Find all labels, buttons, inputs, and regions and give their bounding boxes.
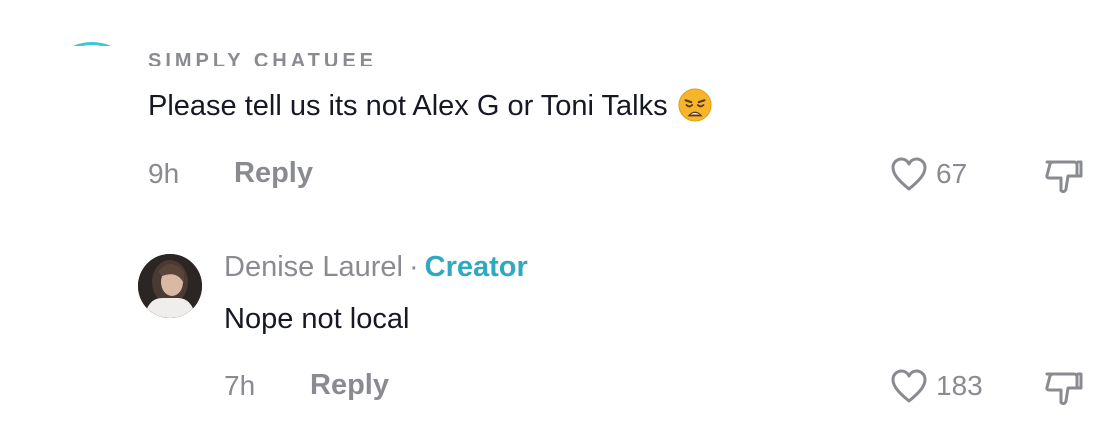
creator-badge: Creator (424, 251, 528, 283)
reply-like-button[interactable]: 183 (890, 368, 983, 404)
comment-time: 9h (148, 158, 180, 189)
dislike-icon (1045, 160, 1083, 194)
commenter-avatar[interactable] (20, 36, 136, 148)
reply-like-count: 183 (936, 370, 983, 401)
separator-dot: · (408, 251, 419, 283)
reply-dislike-button[interactable] (1044, 370, 1084, 411)
reply-author-line: Denise Laurel · Creator (224, 251, 528, 284)
reply-button[interactable]: Reply (234, 157, 313, 190)
creator-avatar[interactable] (138, 254, 202, 318)
creator-avatar-image (138, 254, 202, 318)
reply-time: 7h (224, 370, 256, 401)
like-count: 67 (936, 158, 968, 189)
like-button[interactable]: 67 (890, 156, 967, 192)
dislike-button[interactable] (1044, 158, 1084, 199)
weary-face-emoji (678, 88, 712, 122)
comment-text: Please tell us its not Alex G or Toni Ta… (148, 88, 712, 123)
creator-name[interactable]: Denise Laurel (224, 251, 403, 283)
heart-outline-icon (891, 157, 927, 191)
reply-text: Nope not local (224, 303, 410, 335)
comments-panel: SIMPLY CHATUEE Please tell us its not Al… (0, 0, 1120, 440)
heart-outline-icon (891, 369, 927, 403)
dislike-icon (1045, 372, 1083, 406)
commenter-username[interactable]: SIMPLY CHATUEE (148, 44, 448, 66)
reply-reply-button[interactable]: Reply (310, 369, 389, 402)
